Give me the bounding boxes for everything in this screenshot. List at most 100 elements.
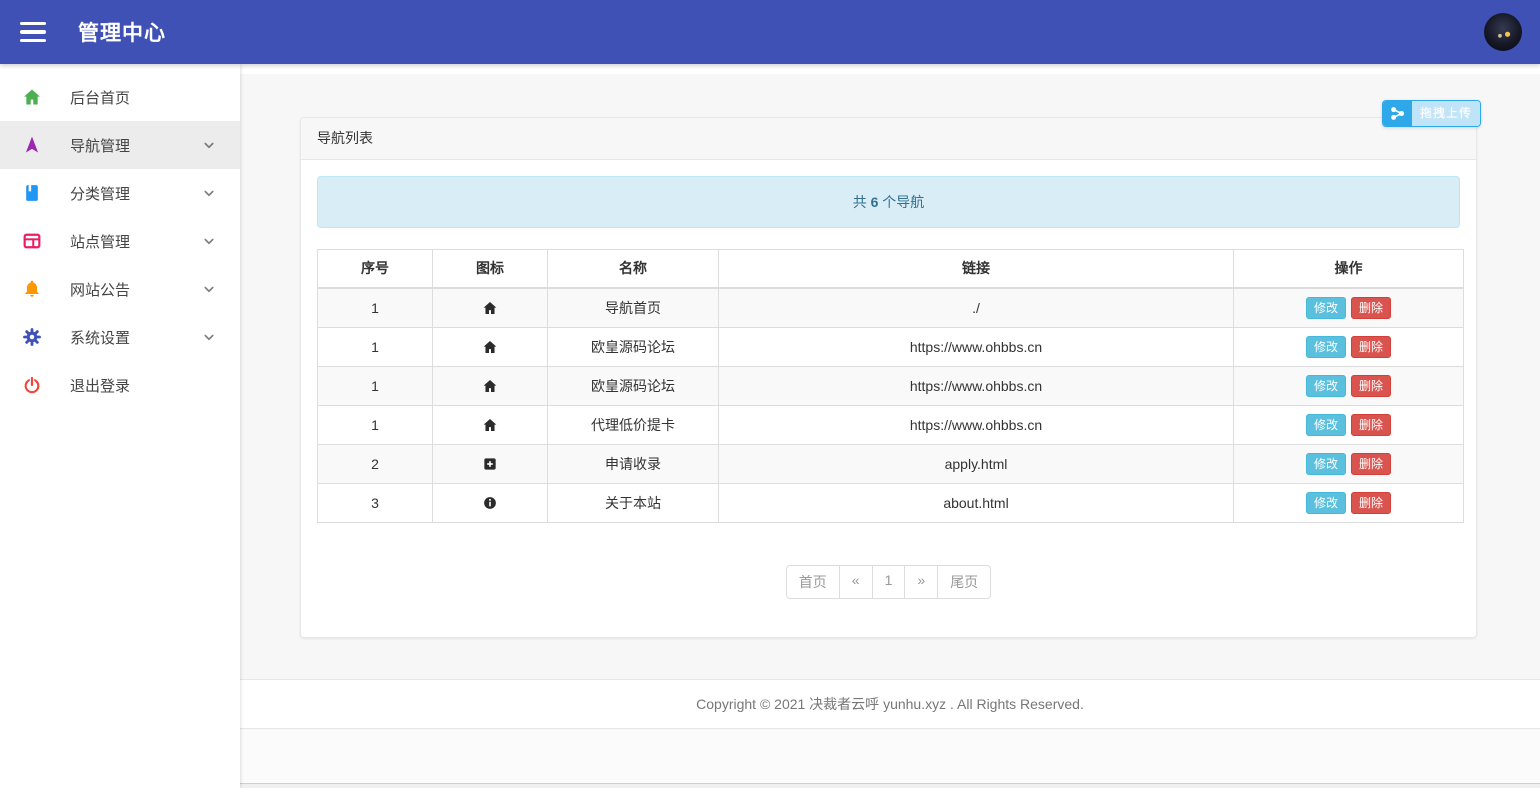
table-row: 1导航首页./修改删除 [318,288,1464,328]
home-icon [20,87,44,107]
nav-table: 序号图标名称链接操作 1导航首页./修改删除1欧皇源码论坛https://www… [317,249,1464,523]
chevron-down-icon [200,136,218,154]
footer-spacer [240,730,1540,783]
cell-no: 1 [318,367,433,406]
home-icon [482,417,498,433]
delete-button[interactable]: 删除 [1351,375,1391,397]
first-page[interactable]: 首页 [786,565,840,599]
bottom-divider [240,783,1540,788]
edit-button[interactable]: 修改 [1306,297,1346,319]
plus-square-icon [482,456,498,472]
cell-actions: 修改删除 [1234,288,1464,328]
cell-link: https://www.ohbbs.cn [719,367,1234,406]
cell-icon [433,367,548,406]
cell-icon [433,328,548,367]
menu-icon[interactable] [20,22,46,42]
table-row: 3关于本站about.html修改删除 [318,484,1464,523]
cell-actions: 修改删除 [1234,328,1464,367]
column-header: 名称 [548,250,719,289]
cell-name: 欧皇源码论坛 [548,328,719,367]
sidebar-item-window[interactable]: 站点管理 [0,217,240,265]
sidebar-item-bell[interactable]: 网站公告 [0,265,240,313]
column-header: 链接 [719,250,1234,289]
prev-page[interactable]: « [839,565,873,599]
table-row: 1 欧皇源码论坛https://www.ohbbs.cn 修改删除 [318,367,1464,406]
column-header: 图标 [433,250,548,289]
nav-list-panel: 导航列表 共 6 个导航 序号图标名称链接操作 1导航首页./修改删除1欧皇源码… [300,117,1477,638]
delete-button[interactable]: 删除 [1351,336,1391,358]
cell-name: 导航首页 [548,288,719,328]
sidebar-item-label: 导航管理 [70,135,200,156]
sidebar-item-gear[interactable]: 系统设置 [0,313,240,361]
power-icon [20,375,44,395]
column-header: 操作 [1234,250,1464,289]
sidebar-item-book[interactable]: 分类管理 [0,169,240,217]
edit-button[interactable]: 修改 [1306,375,1346,397]
cell-no: 1 [318,406,433,445]
bell-icon [20,279,44,299]
cell-name: 代理低价提卡 [548,406,719,445]
table-row: 1代理低价提卡https://www.ohbbs.cn修改删除 [318,406,1464,445]
last-page[interactable]: 尾页 [937,565,991,599]
cell-link: https://www.ohbbs.cn [719,328,1234,367]
home-icon [482,378,498,394]
location-arrow-icon [20,135,44,155]
cell-icon [433,484,548,523]
gear-icon [20,327,44,347]
content-top-strip [240,64,1540,74]
pagination: 首页«1»尾页 [317,565,1460,599]
sidebar-item-label: 后台首页 [70,87,218,108]
cell-no: 3 [318,484,433,523]
panel-body: 共 6 个导航 序号图标名称链接操作 1导航首页./修改删除1欧皇源码论坛htt… [301,160,1476,637]
user-avatar[interactable] [1484,13,1522,51]
edit-button[interactable]: 修改 [1306,492,1346,514]
cell-name: 申请收录 [548,445,719,484]
cell-actions: 修改删除 [1234,406,1464,445]
delete-button[interactable]: 删除 [1351,414,1391,436]
delete-button[interactable]: 删除 [1351,492,1391,514]
alert-suffix: 个导航 [878,194,924,210]
cell-icon [433,406,548,445]
main-content: 导航列表 共 6 个导航 序号图标名称链接操作 1导航首页./修改删除1欧皇源码… [240,64,1540,788]
edit-button[interactable]: 修改 [1306,336,1346,358]
nav-count-alert: 共 6 个导航 [317,176,1460,228]
window-icon [20,231,44,251]
copyright-text: Copyright © 2021 决裁者云呼 yunhu.xyz . All R… [696,696,1084,712]
sidebar: 后台首页导航管理分类管理站点管理网站公告系统设置退出登录 [0,64,240,788]
share-alt-icon [1383,101,1412,126]
edit-button[interactable]: 修改 [1306,453,1346,475]
sidebar-item-power[interactable]: 退出登录 [0,361,240,409]
cell-no: 1 [318,288,433,328]
cell-actions: 修改删除 [1234,484,1464,523]
book-icon [20,183,44,203]
info-circle-icon [482,495,498,511]
overlay-share-button[interactable]: 拖拽上传 [1382,100,1481,127]
edit-button[interactable]: 修改 [1306,414,1346,436]
cell-no: 2 [318,445,433,484]
table-row: 1欧皇源码论坛https://www.ohbbs.cn修改删除 [318,328,1464,367]
footer: Copyright © 2021 决裁者云呼 yunhu.xyz . All R… [240,679,1540,729]
sidebar-item-label: 退出登录 [70,375,218,396]
table-row: 2 申请收录apply.html 修改删除 [318,445,1464,484]
cell-name: 欧皇源码论坛 [548,367,719,406]
cell-icon [433,445,548,484]
cell-no: 1 [318,328,433,367]
cell-icon [433,288,548,328]
overlay-button-label: 拖拽上传 [1412,101,1480,126]
sidebar-item-location-arrow[interactable]: 导航管理 [0,121,240,169]
cell-link: apply.html [719,445,1234,484]
sidebar-item-home[interactable]: 后台首页 [0,73,240,121]
chevron-down-icon [200,184,218,202]
panel-title: 导航列表 [301,118,1476,160]
cell-link: ./ [719,288,1234,328]
page-1[interactable]: 1 [872,565,906,599]
delete-button[interactable]: 删除 [1351,453,1391,475]
sidebar-item-label: 分类管理 [70,183,200,204]
cell-link: about.html [719,484,1234,523]
top-navbar: 管理中心 [0,0,1540,64]
home-icon [482,339,498,355]
next-page[interactable]: » [904,565,938,599]
home-icon [482,300,498,316]
chevron-down-icon [200,280,218,298]
delete-button[interactable]: 删除 [1351,297,1391,319]
